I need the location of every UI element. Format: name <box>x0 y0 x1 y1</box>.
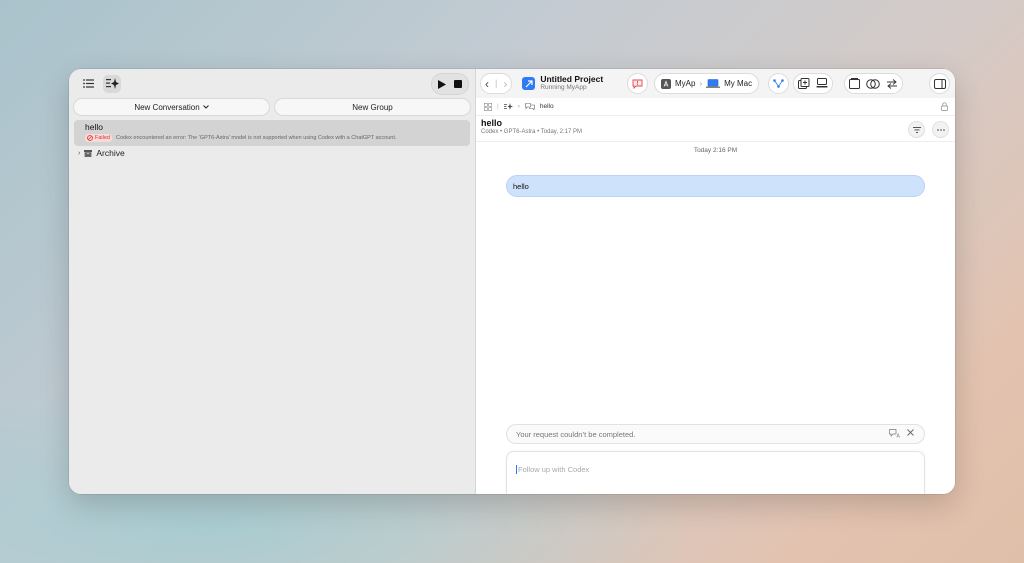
conversation-header: hello Codex • GPT6-Astra • Today, 2:17 P… <box>476 116 955 142</box>
archive-box-icon <box>84 149 93 157</box>
view-buttons <box>844 73 903 94</box>
grid-icon[interactable] <box>484 102 492 111</box>
project-icon <box>522 77 536 90</box>
chevron-right-icon: › <box>699 79 703 88</box>
window-icon[interactable] <box>849 78 860 89</box>
chevron-down-icon <box>202 105 209 109</box>
chevron-right-icon[interactable]: › <box>78 150 80 157</box>
close-icon[interactable] <box>907 429 914 436</box>
composer <box>506 451 925 494</box>
user-message-bubble: hello <box>506 175 925 197</box>
project-info[interactable]: Untitled Project Running MyApp <box>522 75 603 92</box>
project-status: Running MyApp <box>540 84 587 91</box>
stop-icon[interactable] <box>454 80 462 88</box>
forward-icon[interactable]: › <box>503 78 507 90</box>
destination-name: My Mac <box>724 79 753 88</box>
breadcrumb-item[interactable]: hello <box>540 103 554 110</box>
conversation-item-title: hello <box>85 122 103 132</box>
divider: | <box>495 78 498 88</box>
add-library-icon[interactable] <box>798 78 810 89</box>
status-badge: Failed <box>85 134 112 142</box>
divider: | <box>497 103 499 110</box>
chevron-right-icon: › <box>517 103 520 110</box>
main-toolbar: ‹ | › Untitled Project Running MyApp MyA… <box>476 69 955 98</box>
assistant-sparkle-icon[interactable] <box>503 103 513 110</box>
laptop-icon <box>706 79 721 88</box>
translate-icon[interactable]: A <box>889 429 901 438</box>
error-icon <box>87 135 93 141</box>
play-icon[interactable] <box>438 79 446 89</box>
inspector-toggle-icon[interactable] <box>929 73 950 94</box>
status-badge-label: Failed <box>95 135 110 141</box>
overlap-circles-icon[interactable] <box>866 78 880 89</box>
breadcrumb: | › hello <box>476 98 955 116</box>
new-group-button[interactable]: New Group <box>274 98 471 116</box>
date-separator: Today 2:16 PM <box>693 147 738 154</box>
app-store-icon <box>661 78 671 89</box>
sidebar-actions: New Conversation New Group <box>69 98 475 116</box>
filter-icon[interactable] <box>908 121 925 138</box>
assistant-sparkle-icon[interactable] <box>103 74 121 93</box>
project-title: Untitled Project <box>540 74 604 84</box>
panel-buttons <box>793 73 833 94</box>
more-options-icon[interactable] <box>932 121 949 138</box>
error-banner: Your request couldn’t be completed. A <box>506 424 925 444</box>
lock-icon[interactable] <box>941 102 948 111</box>
conversation-meta: Codex • GPT6-Astra • Today, 2:17 PM <box>481 129 583 135</box>
issues-icon[interactable] <box>627 73 648 94</box>
sidebar-toolbar <box>69 69 475 98</box>
new-conversation-label: New Conversation <box>134 102 200 112</box>
device-icon[interactable] <box>816 78 828 89</box>
new-group-label: New Group <box>352 102 393 112</box>
list-icon[interactable] <box>79 75 97 93</box>
main-pane: ‹ | › Untitled Project Running MyApp MyA… <box>476 69 955 494</box>
archive-group[interactable]: › Archive <box>69 148 475 158</box>
svg-text:A: A <box>897 434 901 438</box>
archive-label: Archive <box>96 148 125 158</box>
scheme-name: MyAp <box>675 79 696 88</box>
app-window: New Conversation New Group hello Failed … <box>69 69 955 494</box>
scheme-selector[interactable]: MyAp › My Mac <box>654 73 760 94</box>
navigation-buttons: ‹ | › <box>480 73 513 94</box>
conversation-error-text: Codex encountered an error: The 'GPT6-As… <box>115 135 397 141</box>
conversation-title: hello <box>481 118 503 128</box>
run-controls <box>431 73 469 95</box>
debug-graph-icon[interactable] <box>768 73 789 94</box>
chat-bubbles-icon <box>525 103 535 110</box>
swap-arrows-icon[interactable] <box>886 78 898 89</box>
sidebar: New Conversation New Group hello Failed … <box>69 69 476 494</box>
back-icon[interactable]: ‹ <box>485 78 489 90</box>
conversation-item-status: Failed Codex encountered an error: The '… <box>85 134 459 142</box>
new-conversation-button[interactable]: New Conversation <box>73 98 270 116</box>
user-message-text: hello <box>513 181 529 191</box>
follow-up-input[interactable] <box>516 465 915 474</box>
error-banner-text: Your request couldn’t be completed. <box>516 429 636 439</box>
conversation-list-item[interactable]: hello Failed Codex encountered an error:… <box>74 120 470 146</box>
